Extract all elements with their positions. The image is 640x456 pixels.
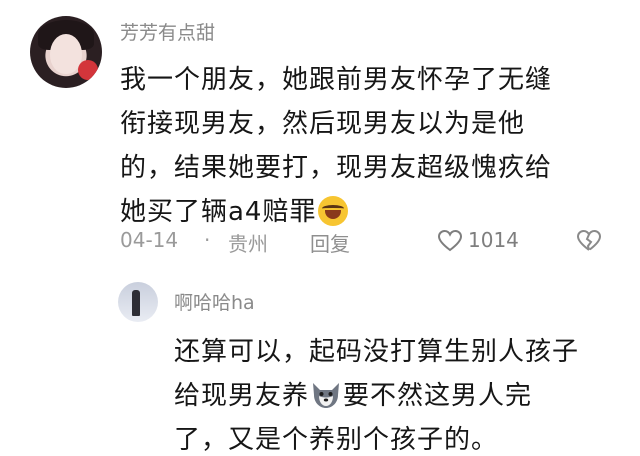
reply-line: 还算可以，起码没打算生别人孩子: [174, 337, 580, 367]
comment-thread: 芳芳有点甜 我一个朋友，她跟前男友怀孕了无缝 衔接现男友，然后现男友以为是他 的…: [0, 0, 640, 456]
reply-username[interactable]: 啊哈哈ha: [174, 288, 255, 315]
comment-line: 衔接现男友，然后现男友以为是他: [120, 109, 526, 139]
reply-avatar[interactable]: [118, 282, 158, 322]
reply-text: 还算可以，起码没打算生别人孩子 给现男友养 要不然这男人完 了，又是个养别个孩子…: [174, 330, 614, 456]
reply-line: 了，又是个养别个孩子的。: [174, 425, 499, 455]
avatar-flower: [78, 60, 98, 80]
username[interactable]: 芳芳有点甜: [120, 18, 215, 45]
comment-location: 贵州: [228, 232, 268, 256]
comment-line-text: 她买了辆a4赔罪: [120, 197, 317, 227]
comment-line: 我一个朋友，她跟前男友怀孕了无缝: [120, 65, 553, 95]
comment-text: 我一个朋友，她跟前男友怀孕了无缝 衔接现男友，然后现男友以为是他 的，结果她要打…: [120, 58, 600, 234]
heart-icon[interactable]: [438, 230, 462, 252]
reply-line-with-emoji: 给现男友养 要不然这男人完: [174, 374, 614, 418]
reply-line-part: 给现男友养: [174, 381, 310, 411]
comment-meta: 04-14 · 贵州 回复 1014: [120, 228, 610, 258]
dislike-broken-heart-icon[interactable]: [576, 230, 602, 252]
husky-dog-emoji-icon: [313, 383, 340, 408]
reply-button[interactable]: 回复: [310, 228, 350, 257]
reply-line-part: 要不然这男人完: [343, 381, 533, 411]
meta-separator: ·: [204, 228, 211, 252]
comment-line: 的，结果她要打，现男友超级愧疚给: [120, 153, 553, 183]
avatar[interactable]: [30, 16, 102, 88]
comment-date: 04-14: [120, 228, 179, 252]
like-count: 1014: [468, 228, 519, 252]
laughing-crying-emoji-icon: [318, 196, 349, 226]
avatar-figure: [132, 290, 140, 316]
